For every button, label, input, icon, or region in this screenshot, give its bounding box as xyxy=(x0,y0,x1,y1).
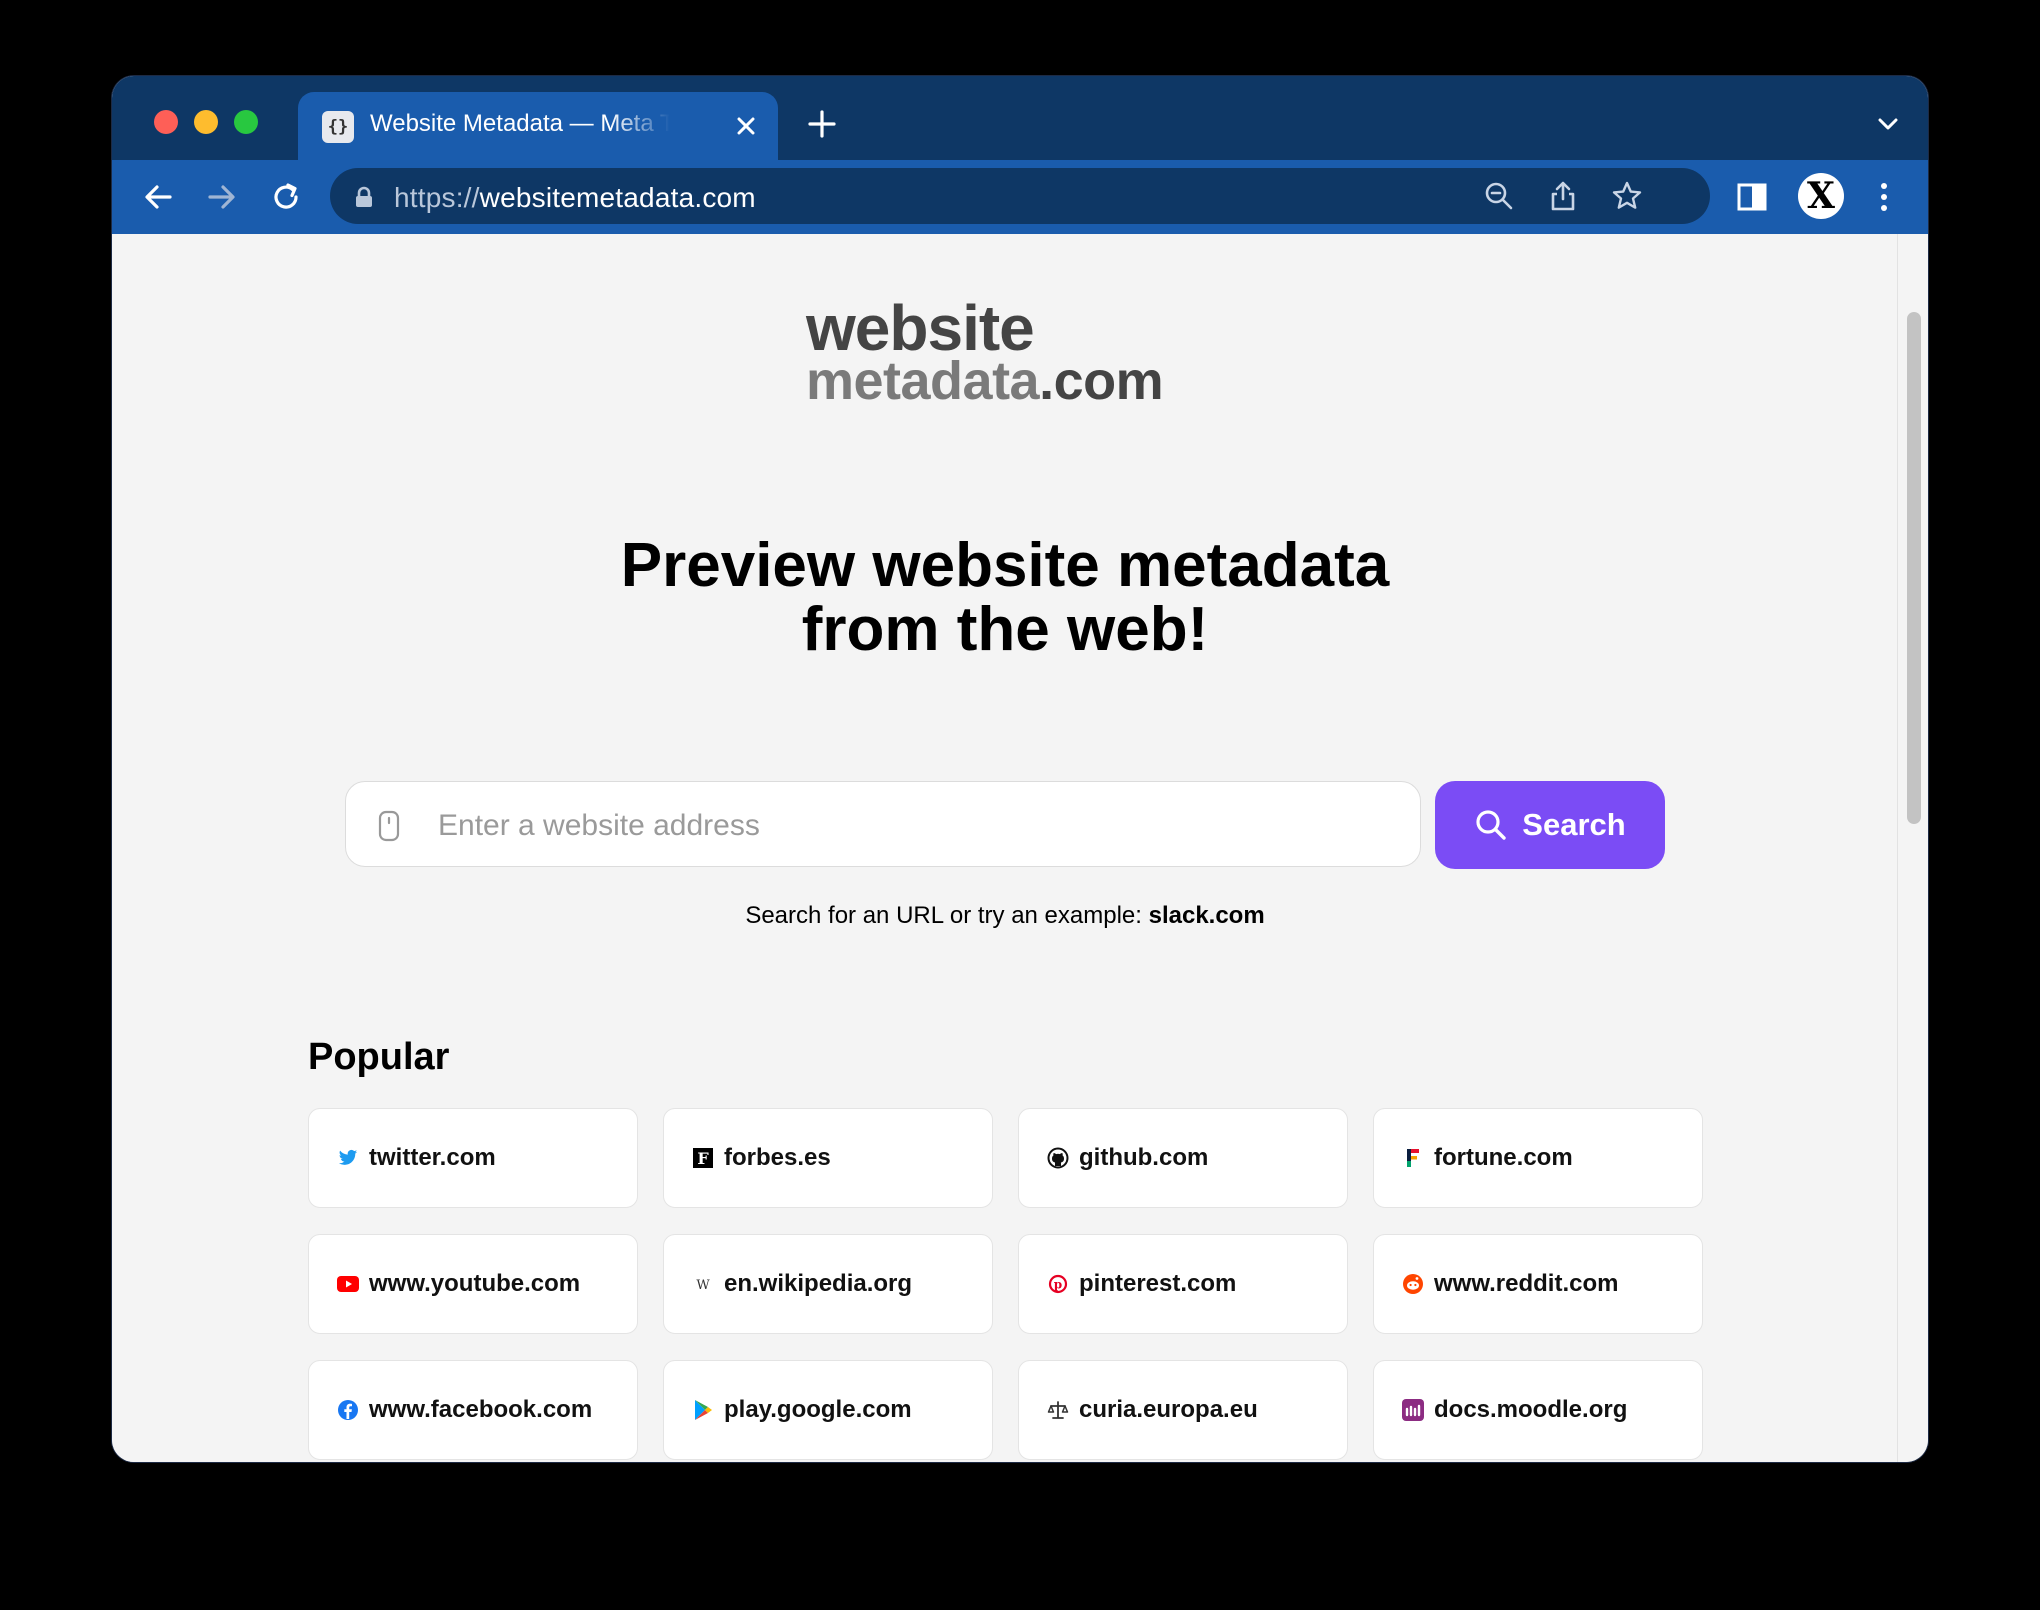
browser-toolbar: https://websitemetadata.com X xyxy=(112,160,1928,234)
popular-card[interactable]: W en.wikipedia.org xyxy=(663,1234,993,1334)
popular-card[interactable]: www.youtube.com xyxy=(308,1234,638,1334)
mouse-icon xyxy=(378,810,400,842)
popular-heading: Popular xyxy=(308,1036,450,1078)
logo-suffix: .com xyxy=(1039,351,1164,411)
pinterest-icon: p xyxy=(1047,1273,1069,1295)
logo-line-2: metadata.com xyxy=(806,354,1164,408)
address-bar[interactable]: https://websitemetadata.com xyxy=(330,168,1710,224)
popular-card[interactable]: p pinterest.com xyxy=(1018,1234,1348,1334)
side-panel-icon[interactable] xyxy=(1734,179,1770,215)
reddit-icon xyxy=(1402,1273,1424,1295)
chevron-down-icon[interactable] xyxy=(1876,112,1900,136)
popular-card-label: fortune.com xyxy=(1434,1144,1573,1171)
maximize-window-button[interactable] xyxy=(234,110,258,134)
popular-card-label: forbes.es xyxy=(724,1144,831,1171)
popular-card-label: github.com xyxy=(1079,1144,1209,1171)
search-button-label: Search xyxy=(1522,807,1626,842)
active-tab[interactable]: {} Website Metadata — Meta Tags xyxy=(298,92,778,160)
svg-text:W: W xyxy=(696,1278,710,1291)
more-menu-icon[interactable] xyxy=(1866,179,1902,215)
popular-card-label: curia.europa.eu xyxy=(1079,1396,1258,1423)
svg-text:F: F xyxy=(697,1149,709,1168)
popular-card-label: en.wikipedia.org xyxy=(724,1270,913,1297)
youtube-icon xyxy=(337,1273,359,1295)
close-window-button[interactable] xyxy=(154,110,178,134)
popular-card[interactable]: fortune.com xyxy=(1373,1108,1703,1208)
page-content: website metadata.com Preview website met… xyxy=(112,234,1898,1462)
back-arrow-icon[interactable] xyxy=(140,179,176,215)
url-scheme: https:// xyxy=(394,182,480,213)
page-scrollbar[interactable] xyxy=(1897,234,1928,1462)
scrollbar-thumb[interactable] xyxy=(1907,312,1921,824)
popular-card[interactable]: play.google.com xyxy=(663,1360,993,1460)
logo-line-2-text: metadata xyxy=(806,351,1040,411)
tab-title: Website Metadata — Meta Tags xyxy=(370,110,670,137)
tab-favicon-icon: {} xyxy=(322,111,354,143)
facebook-icon xyxy=(337,1399,359,1421)
popular-card-label: www.facebook.com xyxy=(369,1396,593,1423)
new-tab-icon[interactable] xyxy=(806,108,838,140)
popular-card-label: docs.moodle.org xyxy=(1434,1396,1628,1423)
popular-card[interactable]: www.facebook.com xyxy=(308,1360,638,1460)
popular-card-label: twitter.com xyxy=(369,1144,496,1171)
popular-card[interactable]: www.reddit.com xyxy=(1373,1234,1703,1334)
google-play-icon xyxy=(692,1399,714,1421)
zoom-icon[interactable] xyxy=(1482,179,1516,213)
logo-line-1: website xyxy=(806,292,1035,364)
search-input[interactable] xyxy=(436,802,1390,850)
moodle-icon xyxy=(1402,1399,1424,1421)
profile-avatar[interactable]: X xyxy=(1798,173,1844,219)
minimize-window-button[interactable] xyxy=(194,110,218,134)
example-link[interactable]: slack.com xyxy=(1149,902,1265,929)
headline-line-1: Preview website metadata xyxy=(620,531,1390,600)
reload-icon[interactable] xyxy=(268,179,304,215)
lock-icon[interactable] xyxy=(354,186,374,208)
search-hint-text: Search for an URL or try an example: xyxy=(745,902,1149,929)
svg-text:p: p xyxy=(1054,1278,1062,1292)
popular-card-label: play.google.com xyxy=(724,1396,912,1423)
url-host: websitemetadata.com xyxy=(479,182,756,213)
tab-close-icon[interactable] xyxy=(732,112,760,140)
popular-card-label: www.youtube.com xyxy=(369,1270,581,1297)
url-text[interactable]: https://websitemetadata.com xyxy=(394,182,756,214)
bookmark-star-icon[interactable] xyxy=(1610,179,1644,213)
browser-window: {} Website Metadata — Meta Tags xyxy=(112,76,1928,1462)
share-icon[interactable] xyxy=(1546,179,1580,213)
popular-card[interactable]: github.com xyxy=(1018,1108,1348,1208)
forbes-icon: F xyxy=(692,1147,714,1169)
headline-line-2: from the web! xyxy=(801,595,1209,664)
scales-icon xyxy=(1047,1399,1069,1421)
popular-card[interactable]: twitter.com xyxy=(308,1108,638,1208)
popular-card[interactable]: docs.moodle.org xyxy=(1373,1360,1703,1460)
github-icon xyxy=(1047,1147,1069,1169)
page-headline: Preview website metadata from the web! xyxy=(112,534,1898,662)
site-logo[interactable]: website metadata.com xyxy=(806,292,1164,408)
forward-arrow-icon[interactable] xyxy=(204,179,240,215)
search-button[interactable]: Search xyxy=(1435,781,1665,869)
popular-card[interactable]: curia.europa.eu xyxy=(1018,1360,1348,1460)
tab-strip: {} Website Metadata — Meta Tags xyxy=(112,76,1928,160)
popular-card[interactable]: F forbes.es xyxy=(663,1108,993,1208)
fortune-icon xyxy=(1402,1147,1424,1169)
popular-card-label: www.reddit.com xyxy=(1434,1270,1619,1297)
twitter-icon xyxy=(337,1147,359,1169)
wikipedia-icon: W xyxy=(692,1273,714,1295)
popular-grid: twitter.com F forbes.es github.com fortu… xyxy=(308,1108,1716,1460)
search-hint: Search for an URL or try an example: sla… xyxy=(112,902,1898,930)
search-box[interactable] xyxy=(345,781,1421,867)
popular-card-label: pinterest.com xyxy=(1079,1270,1237,1297)
search-icon xyxy=(1476,810,1506,840)
